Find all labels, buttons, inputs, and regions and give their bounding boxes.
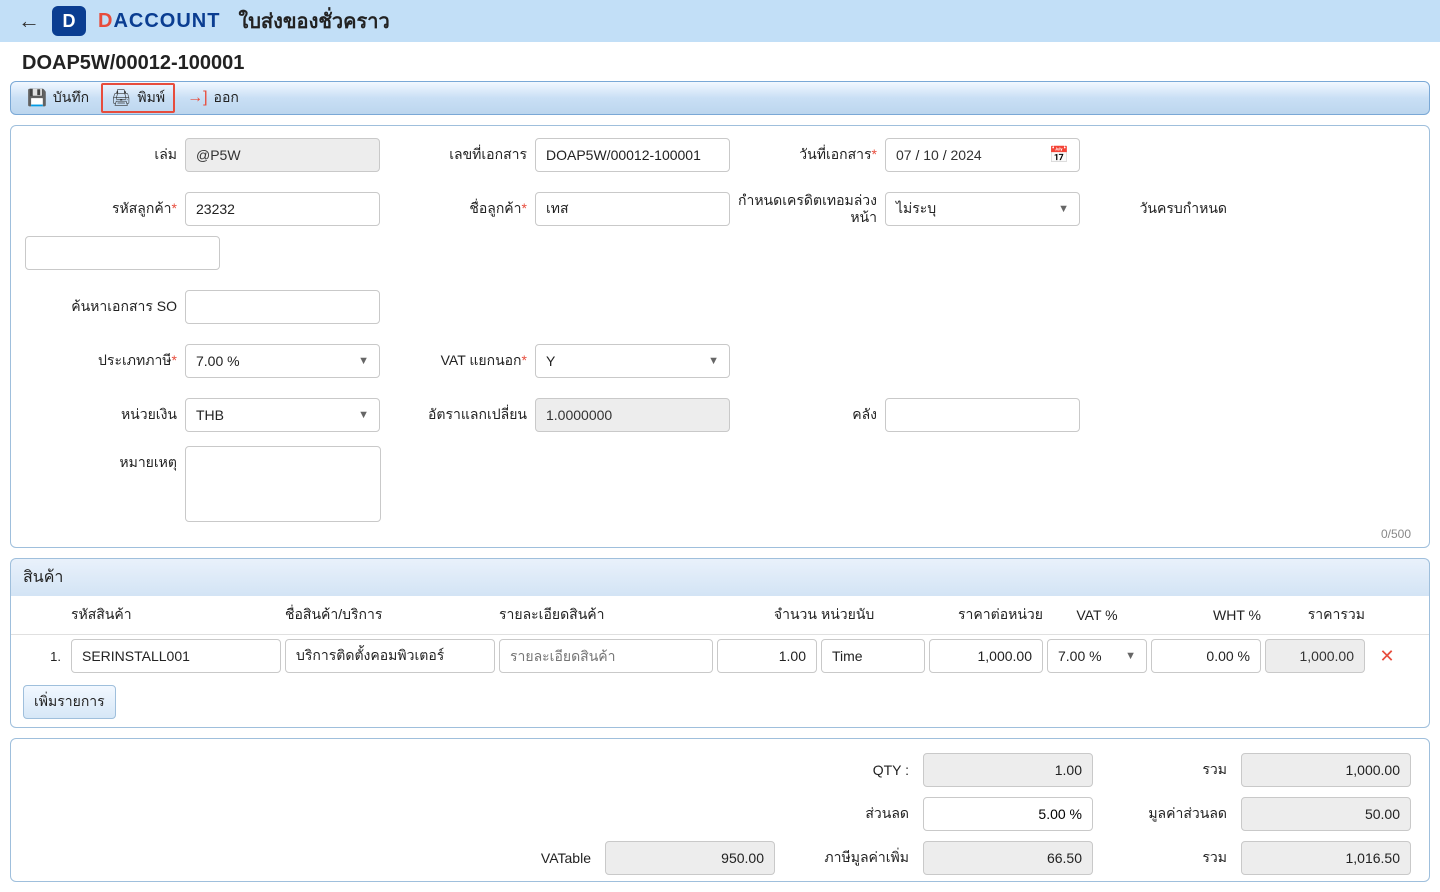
label-summary-vat-amount: ภาษีมูลค่าเพิ่ม [789, 847, 909, 869]
print-label: พิมพ์ [137, 87, 165, 109]
th-detail: รายละเอียดสินค้า [499, 604, 713, 626]
chevron-down-icon: ▼ [358, 409, 369, 421]
document-form: เล่ม @P5W เลขที่เอกสาร DOAP5W/00012-1000… [10, 125, 1430, 548]
label-credit-term: กำหนดเครดิตเทอมล่วงหน้า [735, 192, 885, 226]
label-summary-discount-value: มูลค่าส่วนลด [1107, 803, 1227, 825]
label-so-search: ค้นหาเอกสาร SO [25, 296, 185, 318]
label-summary-grand: รวม [1107, 847, 1227, 869]
summary-vat-amount: 66.50 [923, 841, 1093, 875]
th-price: ราคาต่อหน่วย [929, 604, 1043, 626]
row-name-input[interactable]: บริการติดตั้งคอมพิวเตอร์ [285, 639, 495, 673]
row-unit-input[interactable]: Time [821, 639, 925, 673]
label-doc-date: วันที่เอกสาร* [735, 144, 885, 166]
label-summary-qty: QTY : [789, 762, 909, 778]
save-label: บันทึก [53, 87, 89, 109]
app-logo-text: DACCOUNT [98, 10, 220, 33]
warehouse-field[interactable] [885, 398, 1080, 432]
label-due-date: วันครบกำหนด [1085, 198, 1235, 220]
chevron-down-icon: ▼ [708, 355, 719, 367]
label-summary-discount: ส่วนลด [789, 803, 909, 825]
label-cust-code: รหัสลูกค้า* [25, 198, 185, 220]
so-search-field[interactable] [185, 290, 380, 324]
cust-code-field[interactable]: 23232 [185, 192, 380, 226]
products-table: รหัสสินค้า ชื่อสินค้า/บริการ รายละเอียดส… [10, 596, 1430, 728]
summary-grand: 1,016.50 [1241, 841, 1411, 875]
th-qty: จำนวน [717, 604, 817, 626]
page-title: ใบส่งของชั่วคราว [238, 5, 389, 37]
app-logo-badge: D [52, 6, 86, 36]
summary-qty: 1.00 [923, 753, 1093, 787]
add-row-button[interactable]: เพิ่มรายการ [23, 685, 116, 719]
cust-name-field[interactable]: เทส [535, 192, 730, 226]
th-wht: WHT % [1151, 607, 1261, 623]
doc-no-field[interactable]: DOAP5W/00012-100001 [535, 138, 730, 172]
label-summary-sum: รวม [1107, 759, 1227, 781]
logo-letter: D [63, 11, 76, 32]
table-row: 1. SERINSTALL001 บริการติดตั้งคอมพิวเตอร… [11, 635, 1429, 677]
label-cust-name: ชื่อลูกค้า* [385, 198, 535, 220]
row-total: 1,000.00 [1265, 639, 1365, 673]
document-number: DOAP5W/00012-100001 [0, 42, 1440, 81]
label-warehouse: คลัง [735, 404, 885, 426]
label-exch-rate: อัตราแลกเปลี่ยน [385, 404, 535, 426]
th-total: ราคารวม [1265, 604, 1365, 626]
summary-vatable: 950.00 [605, 841, 775, 875]
row-vat-select[interactable]: 7.00 %▼ [1047, 639, 1147, 673]
row-index: 1. [19, 649, 67, 664]
summary-sum: 1,000.00 [1241, 753, 1411, 787]
summary-discount-value: 50.00 [1241, 797, 1411, 831]
label-vat-sep: VAT แยกนอก* [385, 350, 535, 372]
remarks-textarea[interactable] [185, 446, 381, 522]
app-header: ← D DACCOUNT ใบส่งของชั่วคราว [0, 0, 1440, 42]
chevron-down-icon: ▼ [358, 355, 369, 367]
label-tax-type: ประเภทภาษี* [25, 350, 185, 372]
th-name: ชื่อสินค้า/บริการ [285, 604, 495, 626]
row-price-input[interactable]: 1,000.00 [929, 639, 1043, 673]
chevron-down-icon: ▼ [1058, 203, 1069, 215]
save-button[interactable]: 💾 บันทึก [17, 83, 99, 113]
products-table-head: รหัสสินค้า ชื่อสินค้า/บริการ รายละเอียดส… [11, 596, 1429, 635]
print-button[interactable]: 🖨 พิมพ์ [101, 83, 175, 113]
credit-term-select[interactable]: ไม่ระบุ▼ [885, 192, 1080, 226]
row-qty-input[interactable]: 1.00 [717, 639, 817, 673]
products-section-header: สินค้า [10, 558, 1430, 596]
currency-select[interactable]: THB▼ [185, 398, 380, 432]
print-icon: 🖨 [111, 88, 131, 108]
back-icon[interactable]: ← [18, 8, 40, 34]
tax-type-select[interactable]: 7.00 %▼ [185, 344, 380, 378]
doc-date-field[interactable]: 07 / 10 / 2024 📅 [885, 138, 1080, 172]
summary-panel: QTY : 1.00 รวม 1,000.00 ส่วนลด มูลค่าส่ว… [10, 738, 1430, 882]
th-unit: หน่วยนับ [821, 604, 925, 626]
calendar-icon[interactable]: 📅 [1049, 145, 1069, 165]
book-field: @P5W [185, 138, 380, 172]
exch-rate-field: 1.0000000 [535, 398, 730, 432]
label-summary-vatable: VATable [471, 850, 591, 866]
th-vat: VAT % [1047, 607, 1147, 623]
exit-button[interactable]: →] ออก [177, 83, 249, 113]
exit-icon: →] [187, 89, 207, 107]
save-icon: 💾 [27, 88, 47, 108]
chevron-down-icon: ▼ [1125, 650, 1136, 662]
th-code: รหัสสินค้า [71, 604, 281, 626]
row-code-input[interactable]: SERINSTALL001 [71, 639, 281, 673]
row-delete-button[interactable]: ✕ [1369, 646, 1405, 667]
action-toolbar: 💾 บันทึก 🖨 พิมพ์ →] ออก [10, 81, 1430, 115]
exit-label: ออก [214, 87, 239, 109]
row-detail-input[interactable] [499, 639, 713, 673]
label-book: เล่ม [25, 144, 185, 166]
label-remarks: หมายเหตุ [25, 446, 185, 474]
due-date-field[interactable] [25, 236, 220, 270]
label-currency: หน่วยเงิน [25, 404, 185, 426]
remarks-charcount: 0/500 [185, 525, 1415, 541]
summary-discount-input[interactable] [923, 797, 1093, 831]
label-doc-no: เลขที่เอกสาร [385, 144, 535, 166]
vat-sep-select[interactable]: Y▼ [535, 344, 730, 378]
row-wht-input[interactable]: 0.00 % [1151, 639, 1261, 673]
